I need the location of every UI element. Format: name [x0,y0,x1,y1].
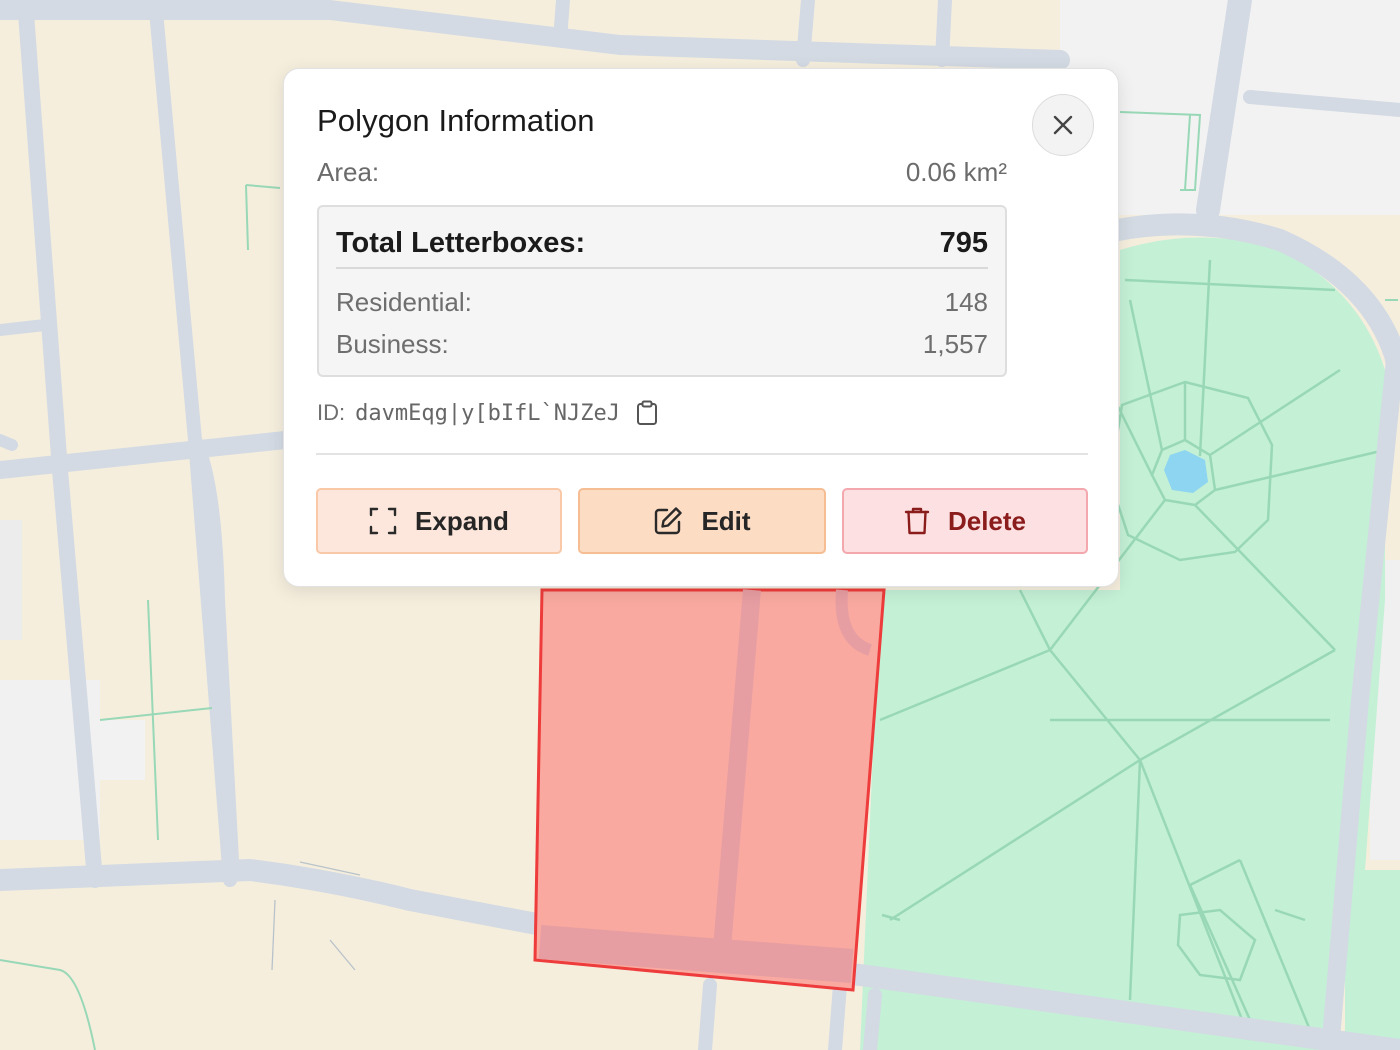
close-icon [1053,115,1073,135]
business-label: Business: [336,329,449,359]
total-letterboxes-value: 795 [939,227,988,259]
delete-label: Delete [947,505,1027,536]
area-row: Area: 0.06 km² [317,157,1007,189]
expand-icon [369,507,397,535]
close-button[interactable] [1032,94,1094,156]
copy-id-button[interactable] [636,400,658,426]
edit-button[interactable]: Edit [578,488,826,554]
total-letterboxes-row: Total Letterboxes: 795 [336,223,988,269]
residential-row: Residential: 148 [336,287,988,319]
selected-polygon[interactable] [533,588,886,992]
area-value: 0.06 km² [905,157,1007,187]
edit-label: Edit [701,505,751,536]
divider [316,453,1088,455]
id-value: davmEqg|y[bIfL`NJZeJ [355,400,621,426]
business-value: 1,557 [922,329,988,359]
map-area-grey [0,520,22,640]
park-area [1345,870,1400,1050]
clipboard-icon [637,400,658,425]
polygon-info-popup: Polygon Information Area: 0.06 km² Total… [283,68,1119,587]
total-letterboxes-label: Total Letterboxes: [336,227,586,259]
edit-icon [655,507,683,535]
delete-button[interactable]: Delete [842,488,1088,554]
expand-label: Expand [415,505,509,536]
trash-icon [904,507,930,535]
id-label: ID: [317,400,346,425]
expand-button[interactable]: Expand [316,488,562,554]
residential-value: 148 [944,287,988,317]
map-area-grey [100,720,145,780]
residential-label: Residential: [336,287,472,317]
business-row: Business: 1,557 [336,329,988,361]
area-label: Area: [317,157,380,187]
id-row: ID: davmEqg|y[bIfL`NJZeJ [317,396,658,430]
popup-title: Polygon Information [317,103,595,138]
letterbox-stats-box: Total Letterboxes: 795 Residential: 148 … [317,205,1007,377]
